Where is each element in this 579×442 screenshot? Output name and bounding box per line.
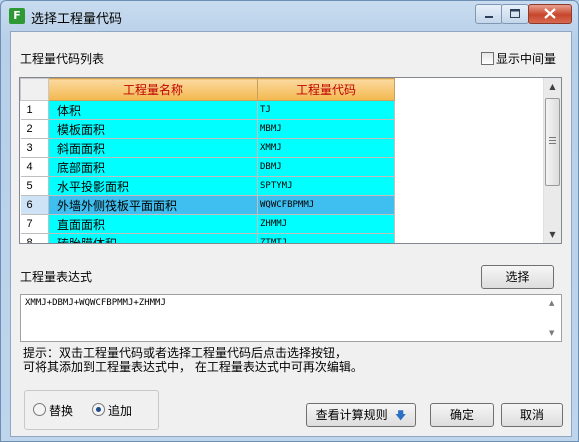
view-rules-label: 查看计算规则 (315, 408, 388, 422)
hint-line-2: 可将其添加到工程量表达式中， 在工程量表达式中可再次编辑。 (23, 360, 363, 374)
row-code[interactable]: ZHMMJ (257, 214, 395, 234)
table-row[interactable]: 8 砖胎膜体积 ZTMTJ (20, 233, 395, 243)
grip-line (549, 140, 556, 141)
row-code[interactable]: ZTMTJ (257, 233, 395, 243)
row-index[interactable]: 6 (20, 195, 49, 215)
table-row[interactable]: 3 斜面面积 XMMJ (20, 138, 395, 158)
maximize-button[interactable] (501, 4, 529, 24)
expr-scroll-up-icon[interactable]: ▲ (549, 299, 554, 307)
radio-replace[interactable] (33, 403, 46, 416)
maximize-icon (510, 9, 520, 18)
row-index[interactable]: 8 (20, 233, 49, 243)
select-button[interactable]: 选择 (481, 265, 554, 289)
row-index[interactable]: 4 (20, 157, 49, 177)
table-row[interactable]: 7 直面面积 ZHMMJ (20, 214, 395, 234)
table-scrollbar[interactable]: ▲ ▼ (543, 78, 561, 243)
hint-line-1: 提示：双击工程量代码或者选择工程量代码后点击选择按钮， (23, 346, 348, 360)
row-code[interactable]: XMMJ (257, 138, 395, 158)
title-bar[interactable]: F 选择工程量代码 (1, 1, 578, 31)
column-header-code[interactable]: 工程量代码 (257, 78, 395, 101)
table-row[interactable]: 2 模板面积 MBMJ (20, 119, 395, 139)
radio-append-label[interactable]: 追加 (108, 402, 132, 419)
row-name[interactable]: 模板面积 (48, 119, 258, 139)
arrow-down-icon: 🡇 (391, 409, 407, 422)
close-icon (544, 8, 556, 19)
expression-scrollbar[interactable]: ▲ ▼ (545, 295, 561, 341)
minimize-button[interactable] (475, 4, 503, 24)
code-table: 工程量名称 工程量代码 1 体积 TJ 2 模板面积 MBMJ 3 斜面面积 XMMJ 4 底部面积… (19, 77, 562, 244)
table-row[interactable]: 1 体积 TJ (20, 100, 395, 120)
expression-field[interactable]: XMMJ+DBMJ+WQWCFBPMMJ+ZHMMJ ▲ ▼ (20, 294, 562, 342)
close-button[interactable] (528, 4, 572, 24)
row-name[interactable]: 砖胎膜体积 (48, 233, 258, 243)
dialog-content: 工程量代码列表 显示中间量 工程量名称 工程量代码 1 体积 TJ 2 模板面积 MBMJ… (10, 31, 572, 437)
scroll-thumb[interactable] (545, 98, 560, 186)
row-index[interactable]: 2 (20, 119, 49, 139)
table-row[interactable]: 4 底部面积 DBMJ (20, 157, 395, 177)
row-index[interactable]: 3 (20, 138, 49, 158)
grip-line (549, 137, 556, 138)
row-name[interactable]: 外墙外侧筏板平面面积 (48, 195, 258, 215)
row-name[interactable]: 直面面积 (48, 214, 258, 234)
row-code[interactable]: WQWCFBPMMJ (257, 195, 395, 215)
mode-radio-group: 替换 追加 (24, 390, 159, 430)
grip-line (549, 143, 556, 144)
checkbox-box[interactable] (481, 52, 494, 65)
row-name[interactable]: 体积 (48, 100, 258, 120)
expression-value: XMMJ+DBMJ+WQWCFBPMMJ+ZHMMJ (25, 298, 166, 308)
table-corner (20, 78, 49, 101)
table-header-row: 工程量名称 工程量代码 (20, 78, 395, 101)
row-index[interactable]: 5 (20, 176, 49, 196)
row-name[interactable]: 水平投影面积 (48, 176, 258, 196)
column-header-name[interactable]: 工程量名称 (48, 78, 258, 101)
row-index[interactable]: 7 (20, 214, 49, 234)
row-index[interactable]: 1 (20, 100, 49, 120)
row-code[interactable]: TJ (257, 100, 395, 120)
scroll-down-arrow-icon[interactable]: ▼ (544, 226, 561, 243)
dialog-window: F 选择工程量代码 工程量代码列表 显示中间量 工程量名称 工程量代码 1 体积… (0, 0, 579, 442)
row-name[interactable]: 底部面积 (48, 157, 258, 177)
show-intermediate-label: 显示中间量 (496, 52, 557, 66)
table-row[interactable]: 5 水平投影面积 SPTYMJ (20, 176, 395, 196)
ok-button[interactable]: 确定 (430, 403, 494, 427)
row-code[interactable]: SPTYMJ (257, 176, 395, 196)
expr-scroll-down-icon[interactable]: ▼ (549, 329, 554, 337)
app-icon: F (9, 8, 25, 24)
code-list-label: 工程量代码列表 (20, 52, 105, 66)
row-code[interactable]: MBMJ (257, 119, 395, 139)
row-code[interactable]: DBMJ (257, 157, 395, 177)
radio-replace-label[interactable]: 替换 (49, 402, 73, 419)
view-rules-button[interactable]: 查看计算规则 🡇 (306, 403, 416, 427)
expression-label: 工程量表达式 (20, 270, 93, 284)
table-row[interactable]: 6 外墙外侧筏板平面面积 WQWCFBPMMJ (20, 195, 395, 215)
window-title: 选择工程量代码 (31, 12, 123, 27)
row-name[interactable]: 斜面面积 (48, 138, 258, 158)
scroll-up-arrow-icon[interactable]: ▲ (544, 78, 561, 95)
hint-text: 提示：双击工程量代码或者选择工程量代码后点击选择按钮， 可将其添加到工程量表达式… (23, 346, 363, 374)
minimize-icon (485, 16, 493, 18)
cancel-button[interactable]: 取消 (501, 403, 563, 427)
radio-append[interactable] (92, 403, 105, 416)
